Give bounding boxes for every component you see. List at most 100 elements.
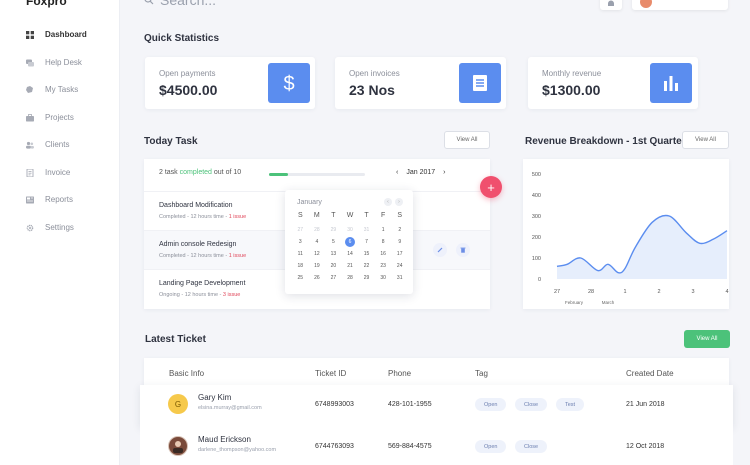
user-menu[interactable] (632, 0, 728, 10)
sidebar-item-clients[interactable]: Clients (26, 140, 69, 149)
sidebar-item-reports[interactable]: Reports (26, 195, 73, 204)
calendar-day[interactable]: 1 (375, 225, 392, 235)
stat-card-monthly-revenue[interactable]: Monthly revenue $1300.00 (528, 57, 698, 109)
task-summary-highlight: completed (179, 169, 212, 176)
calendar-day[interactable]: 30 (342, 225, 359, 235)
calendar-day[interactable]: 11 (292, 249, 309, 259)
calendar-day[interactable]: 4 (309, 237, 326, 247)
calendar-day[interactable]: 6 (342, 237, 359, 247)
calendar-day[interactable]: 15 (358, 249, 375, 259)
latest-ticket-title: Latest Ticket (145, 334, 206, 345)
add-task-button[interactable]: + (480, 176, 502, 198)
month-label[interactable]: Jan 2017 (406, 169, 435, 176)
calendar-day[interactable]: 9 (391, 237, 408, 247)
column-header-tag[interactable]: Tag (475, 369, 488, 378)
stat-icon-box: $ (268, 63, 310, 103)
search-icon (144, 0, 154, 5)
chat-icon (26, 59, 34, 66)
stat-card-open-invoices[interactable]: Open invoices 23 Nos (335, 57, 506, 109)
x-tick-label: 3 (691, 289, 694, 295)
tag-close[interactable]: Close (515, 398, 548, 411)
chevron-left-icon[interactable]: ‹ (384, 198, 392, 206)
search-input[interactable]: Search... (160, 0, 216, 8)
column-header-ticket-id[interactable]: Ticket ID (315, 369, 346, 378)
calendar-day[interactable]: 8 (375, 237, 392, 247)
calendar-day[interactable]: 23 (375, 261, 392, 271)
sidebar-item-label: Invoice (45, 168, 71, 177)
sidebar-item-help-desk[interactable]: Help Desk (26, 58, 82, 67)
calendar-day[interactable]: 16 (375, 249, 392, 259)
calendar-day[interactable]: 18 (292, 261, 309, 271)
users-icon (26, 141, 34, 149)
calendar-day[interactable]: 28 (309, 225, 326, 235)
calendar-day[interactable]: 17 (391, 249, 408, 259)
calendar-day[interactable]: 26 (309, 273, 326, 283)
tag-test[interactable]: Test (556, 398, 585, 411)
calendar-day[interactable]: 30 (375, 273, 392, 283)
chevron-left-icon[interactable]: ‹ (396, 169, 398, 176)
app-logo[interactable]: Foxpro (26, 0, 67, 8)
tag-open[interactable]: Open (475, 398, 507, 411)
calendar-nav: ‹ › (384, 198, 403, 206)
revenue-chart: 0 100 200 300 400 500 27 28 1 2 3 4 February March (532, 172, 729, 305)
sidebar-item-projects[interactable]: Projects (26, 113, 74, 122)
y-tick-label: 100 (532, 256, 541, 262)
task-status: Completed (159, 253, 186, 259)
sidebar-item-label: Help Desk (45, 58, 82, 67)
calendar-day[interactable]: 31 (391, 273, 408, 283)
calendar-day[interactable]: 14 (342, 249, 359, 259)
calendar-day[interactable]: 2 (391, 225, 408, 235)
column-header-phone[interactable]: Phone (388, 369, 411, 378)
calendar-day[interactable]: 19 (309, 261, 326, 271)
column-header-created-date[interactable]: Created Date (626, 369, 674, 378)
today-task-view-all-button[interactable]: View All (444, 131, 490, 149)
calendar-day[interactable]: 12 (309, 249, 326, 259)
sidebar-item-my-tasks[interactable]: My Tasks (26, 85, 78, 94)
sidebar-item-invoice[interactable]: Invoice (26, 168, 70, 177)
calendar-day[interactable]: 22 (358, 261, 375, 271)
x-tick-label: 28 (588, 289, 594, 295)
search-box[interactable]: Search... (144, 0, 216, 8)
table-row[interactable]: Maud Erickson darlene_thompson@yahoo.com… (140, 427, 733, 465)
calendar-day[interactable]: 13 (325, 249, 342, 259)
calendar-day[interactable]: 21 (342, 261, 359, 271)
sidebar-item-dashboard[interactable]: Dashboard (26, 30, 87, 39)
ticket-view-all-button[interactable]: View All (684, 330, 730, 348)
calendar-day[interactable]: 3 (292, 237, 309, 247)
calendar-weekday: T (364, 212, 369, 219)
stat-card-open-payments[interactable]: Open payments $4500.00 $ (145, 57, 315, 109)
calendar-day[interactable]: 29 (325, 225, 342, 235)
invoice-icon (26, 168, 34, 177)
calendar-day[interactable]: 31 (358, 225, 375, 235)
ticket-phone: 569-884-4575 (388, 443, 432, 450)
calendar-day[interactable]: 27 (292, 225, 309, 235)
x-group-label: March (602, 300, 615, 305)
calendar-day[interactable]: 27 (325, 273, 342, 283)
y-tick-label: 300 (532, 214, 541, 220)
column-header-basic-info[interactable]: Basic Info (169, 369, 204, 378)
calendar-day[interactable]: 5 (325, 237, 342, 247)
edit-task-button[interactable] (433, 243, 447, 257)
calendar-day[interactable]: 29 (358, 273, 375, 283)
quick-stats-title: Quick Statistics (144, 33, 220, 44)
notification-button[interactable] (600, 0, 622, 10)
calendar-grid: S M T W T F S 27 28 29 30 31 1 2 3 4 5 6 7 8 9 11 12 13 14 15 16 17… (292, 212, 408, 283)
sidebar-item-settings[interactable]: Settings (26, 223, 74, 232)
revenue-view-all-button[interactable]: View All (682, 131, 729, 149)
delete-task-button[interactable] (456, 243, 470, 257)
chevron-right-icon[interactable]: › (443, 169, 445, 176)
month-navigator: ‹ Jan 2017 › (396, 169, 446, 176)
calendar-day[interactable]: 24 (391, 261, 408, 271)
table-row[interactable]: G Gary Kim elsina.murray@gmail.com 67489… (140, 385, 733, 427)
sidebar-item-label: Reports (45, 195, 74, 204)
ticket-email: darlene_thompson@yahoo.com (198, 447, 277, 453)
calendar-day[interactable]: 28 (342, 273, 359, 283)
bar-chart-icon (664, 76, 678, 91)
calendar-day[interactable]: 7 (358, 237, 375, 247)
chevron-right-icon[interactable]: › (395, 198, 403, 206)
task-title: Admin console Redesign (159, 241, 237, 248)
tag-close[interactable]: Close (515, 440, 548, 453)
tag-open[interactable]: Open (475, 440, 507, 453)
calendar-day[interactable]: 20 (325, 261, 342, 271)
calendar-day[interactable]: 25 (292, 273, 309, 283)
